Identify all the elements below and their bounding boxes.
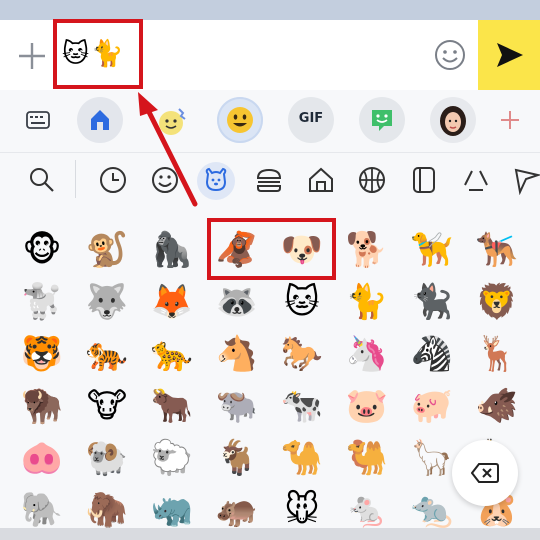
- bottom-bar: [0, 528, 540, 540]
- backspace-icon: [471, 463, 499, 483]
- backspace-button[interactable]: [452, 440, 518, 506]
